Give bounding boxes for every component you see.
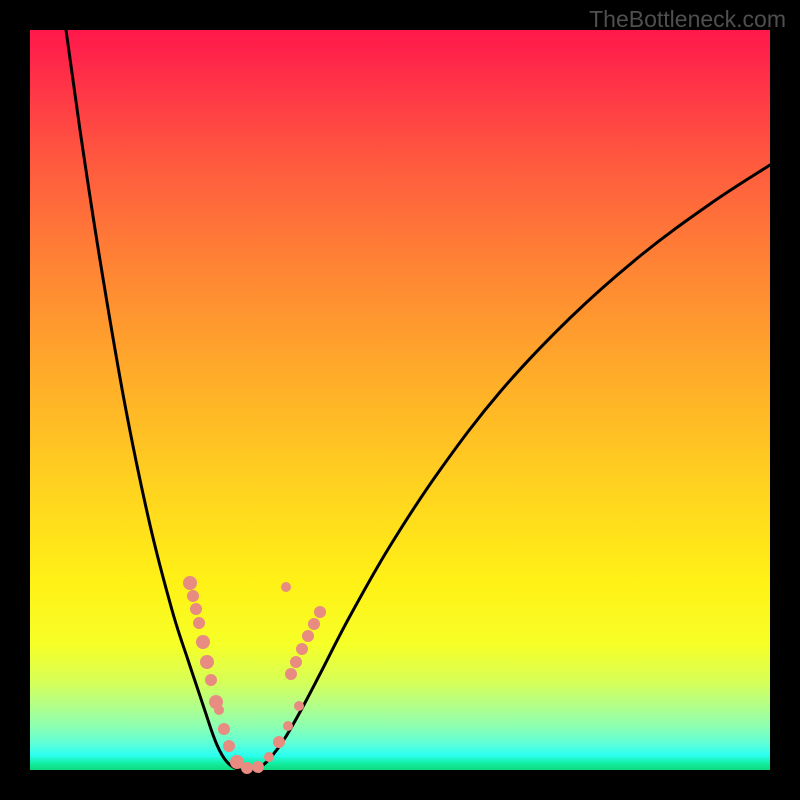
series-left-curve bbox=[66, 30, 240, 770]
chart-svg bbox=[30, 30, 770, 770]
plot-area bbox=[30, 30, 770, 770]
marker-dot bbox=[314, 606, 326, 618]
marker-group bbox=[183, 576, 326, 774]
marker-dot bbox=[294, 701, 304, 711]
series-right-curve bbox=[255, 165, 770, 770]
marker-dot bbox=[296, 643, 308, 655]
chart-frame: TheBottleneck.com bbox=[0, 0, 800, 800]
marker-dot bbox=[302, 630, 314, 642]
marker-dot bbox=[241, 762, 253, 774]
marker-dot bbox=[187, 590, 199, 602]
marker-dot bbox=[190, 603, 202, 615]
marker-dot bbox=[290, 656, 302, 668]
marker-dot bbox=[196, 635, 210, 649]
marker-dot bbox=[273, 736, 285, 748]
marker-dot bbox=[205, 674, 217, 686]
marker-dot bbox=[193, 617, 205, 629]
marker-dot bbox=[183, 576, 197, 590]
marker-dot bbox=[264, 752, 274, 762]
marker-dot bbox=[223, 740, 235, 752]
marker-dot bbox=[285, 668, 297, 680]
marker-dot bbox=[218, 723, 230, 735]
marker-dot bbox=[252, 761, 264, 773]
marker-dot bbox=[200, 655, 214, 669]
series-group bbox=[66, 30, 770, 770]
marker-dot bbox=[308, 618, 320, 630]
marker-dot bbox=[214, 705, 224, 715]
marker-dot bbox=[283, 721, 293, 731]
watermark-text: TheBottleneck.com bbox=[589, 6, 786, 33]
marker-dot bbox=[281, 582, 291, 592]
